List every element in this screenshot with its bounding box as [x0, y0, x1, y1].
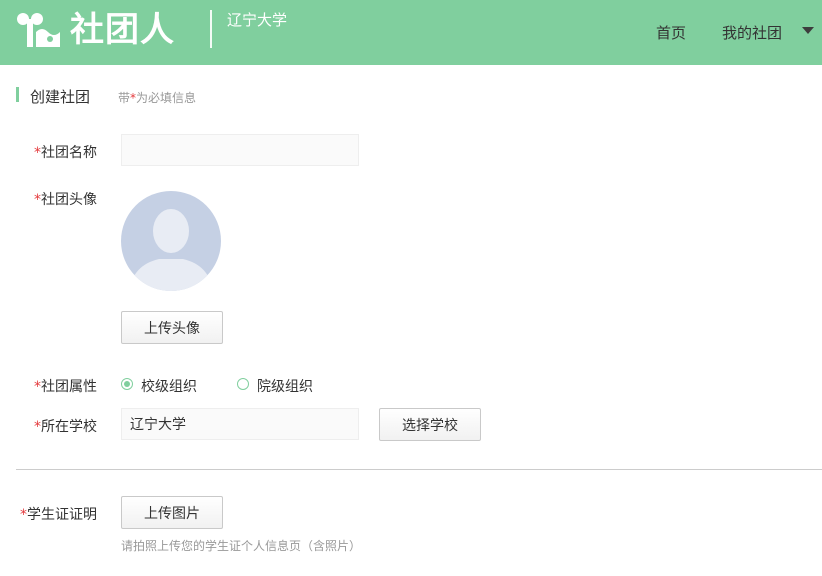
club-name-input[interactable] [121, 134, 359, 166]
current-school: 辽宁大学 [227, 11, 288, 29]
form-divider [16, 469, 822, 470]
club-type-label: *社团属性 [34, 379, 97, 395]
chevron-down-icon[interactable] [802, 27, 814, 34]
radio-school-level[interactable] [121, 378, 133, 390]
top-header: 社团人 辽宁大学 首页 我的社团 [0, 0, 822, 65]
brand-name: 社团人 [70, 10, 175, 50]
upload-avatar-button[interactable]: 上传头像 [121, 311, 223, 344]
school-label: *所在学校 [34, 419, 97, 435]
site-logo[interactable]: 社团人 [14, 8, 175, 52]
header-divider [210, 10, 212, 48]
radio-college-level[interactable] [237, 378, 249, 390]
club-avatar-label: *社团头像 [34, 192, 97, 208]
upload-image-button[interactable]: 上传图片 [121, 496, 223, 529]
upload-tip: 请拍照上传您的学生证个人信息页（含照片） [121, 539, 362, 553]
logo-mascot-icon [17, 13, 60, 47]
nav-home-link[interactable]: 首页 [656, 22, 686, 43]
page-title: 创建社团 [30, 88, 91, 106]
user-silhouette-icon [129, 209, 213, 291]
required-hint: 带*为必填信息 [118, 91, 197, 105]
student-id-label: *学生证证明 [20, 507, 97, 523]
select-school-button[interactable]: 选择学校 [379, 408, 481, 441]
nav-my-clubs-link[interactable]: 我的社团 [722, 22, 782, 43]
club-name-label: *社团名称 [34, 145, 97, 161]
avatar-placeholder [121, 191, 221, 291]
radio-college-level-label[interactable]: 院级组织 [257, 376, 313, 396]
section-accent-bar [16, 87, 19, 102]
radio-school-level-label[interactable]: 校级组织 [141, 376, 197, 396]
school-input[interactable] [121, 408, 359, 440]
